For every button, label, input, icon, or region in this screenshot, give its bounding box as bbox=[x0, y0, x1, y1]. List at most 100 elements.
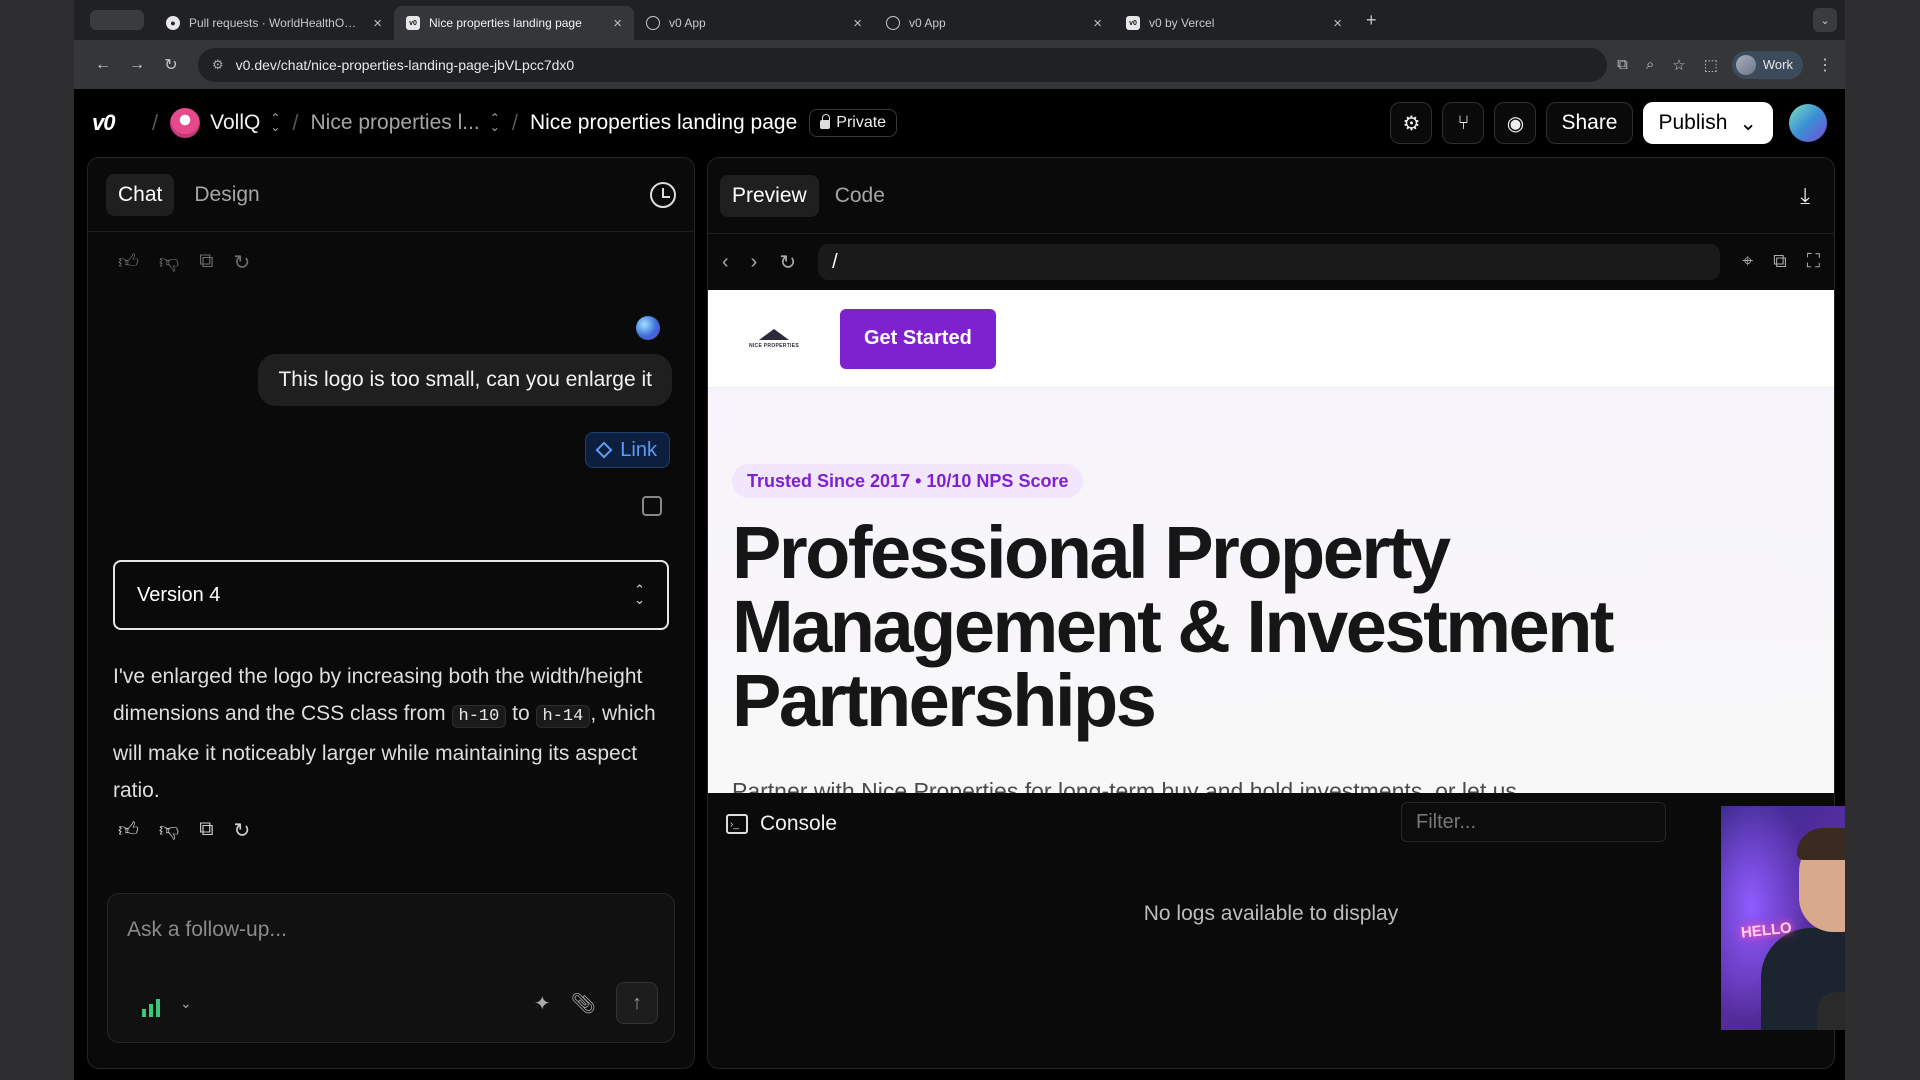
breadcrumb-separator: / bbox=[511, 110, 518, 135]
chevron-down-icon: ⌄ bbox=[1739, 111, 1757, 135]
breadcrumb-separator: / bbox=[292, 110, 299, 135]
install-app-icon[interactable]: ⧉ bbox=[1617, 56, 1628, 74]
forward-arrow-icon[interactable]: › bbox=[751, 251, 758, 274]
link-chip[interactable]: Link bbox=[585, 432, 670, 468]
tab-search-chevron-icon[interactable]: ⌄ bbox=[1813, 8, 1837, 32]
share-button[interactable]: Share bbox=[1546, 102, 1633, 144]
composer-placeholder: Ask a follow-up... bbox=[127, 918, 287, 941]
tab-title: v0 App bbox=[669, 16, 706, 30]
tab-code[interactable]: Code bbox=[823, 175, 897, 217]
git-fork-icon[interactable]: ⑂ bbox=[1442, 102, 1485, 144]
github-icon[interactable]: ◉ bbox=[1494, 102, 1537, 144]
regenerate-icon[interactable]: ↻ bbox=[234, 250, 251, 275]
url-text: v0.dev/chat/nice-properties-landing-page… bbox=[235, 56, 575, 73]
inline-code: h-10 bbox=[451, 705, 507, 728]
zoom-icon[interactable]: ⌕ bbox=[1646, 56, 1654, 74]
webcam-overlay: HELLO bbox=[1721, 806, 1845, 1030]
visibility-badge[interactable]: Private bbox=[809, 109, 898, 137]
tab-title: Pull requests · WorldHealthO… bbox=[189, 16, 357, 30]
project-name: Nice properties l... bbox=[310, 111, 480, 134]
close-icon[interactable]: × bbox=[373, 15, 382, 32]
copy-icon[interactable]: ⧉ bbox=[199, 818, 213, 843]
header-actions: ⚙ ⑂ ◉ Share Publish ⌄ bbox=[1390, 102, 1827, 144]
forward-arrow-icon[interactable]: → bbox=[120, 56, 154, 74]
history-icon[interactable] bbox=[650, 181, 676, 208]
console-filter-input[interactable]: Filter... bbox=[1401, 802, 1666, 842]
tab-preview[interactable]: Preview bbox=[720, 174, 819, 217]
site-preview: NICE PROPERTIES Get Started Trusted Sinc… bbox=[708, 290, 1834, 793]
avatar bbox=[1735, 54, 1756, 75]
browser-tab[interactable]: v0 App × bbox=[634, 6, 874, 40]
browser-tab-active[interactable]: v0 Nice properties landing page × bbox=[394, 6, 634, 40]
site-logo[interactable]: NICE PROPERTIES bbox=[744, 319, 804, 359]
browser-tab-strip: ● Pull requests · WorldHealthO… × v0 Nic… bbox=[74, 0, 1845, 40]
browser-tab[interactable]: v0 App × bbox=[874, 6, 1114, 40]
link-label: Link bbox=[620, 438, 657, 461]
assistant-message: I've enlarged the logo by increasing bot… bbox=[113, 658, 673, 809]
tab-title: v0 App bbox=[909, 16, 946, 30]
thumbs-down-icon[interactable]: 👎︎ bbox=[159, 818, 179, 843]
lock-icon bbox=[820, 114, 831, 129]
project-switcher[interactable]: Nice properties l... ⌃ ⌄ bbox=[311, 111, 500, 135]
get-started-button[interactable]: Get Started bbox=[840, 308, 996, 369]
terminal-icon: ›_ bbox=[726, 814, 748, 834]
tab-design[interactable]: Design bbox=[182, 174, 271, 216]
thumbs-up-icon[interactable]: 👍︎ bbox=[118, 818, 139, 843]
preview-tabs: Preview Code ⤓ bbox=[708, 158, 1834, 234]
chat-title[interactable]: Nice properties landing page bbox=[530, 111, 797, 135]
v0-logo[interactable]: v0 bbox=[92, 110, 140, 136]
download-icon[interactable]: ⤓ bbox=[1800, 183, 1810, 209]
tab-group-pill[interactable] bbox=[90, 10, 144, 30]
browser-tab[interactable]: ● Pull requests · WorldHealthO… × bbox=[154, 6, 394, 40]
reload-icon[interactable]: ↻ bbox=[779, 250, 796, 275]
address-bar: ← → ↻ ⚙ v0.dev/chat/nice-properties-land… bbox=[74, 40, 1845, 89]
chevron-down-icon[interactable]: ⌄ bbox=[180, 995, 192, 1012]
paperclip-icon[interactable]: 📎︎ bbox=[571, 991, 596, 1016]
chat-composer[interactable]: Ask a follow-up... ⌄ ✦ 📎︎ ↑ bbox=[107, 893, 675, 1043]
github-icon: ● bbox=[166, 16, 180, 30]
user-avatar[interactable] bbox=[1789, 104, 1827, 142]
screen-frame: ● Pull requests · WorldHealthO… × v0 Nic… bbox=[74, 0, 1845, 1080]
copy-icon[interactable] bbox=[642, 496, 662, 516]
back-arrow-icon[interactable]: ‹ bbox=[722, 251, 729, 274]
breadcrumb-separator: / bbox=[152, 110, 159, 135]
close-icon[interactable]: × bbox=[1333, 15, 1342, 32]
preview-path-input[interactable]: / bbox=[818, 244, 1721, 280]
new-tab-icon[interactable]: + bbox=[1366, 10, 1377, 31]
copy-icon[interactable]: ⧉ bbox=[199, 250, 213, 275]
chat-tabs: Chat Design bbox=[88, 158, 694, 232]
back-arrow-icon[interactable]: ← bbox=[86, 56, 120, 74]
version-select[interactable]: Version 4 ⌃ ⌄ bbox=[113, 560, 669, 630]
browser-tab[interactable]: v0 v0 by Vercel × bbox=[1114, 6, 1354, 40]
extensions-icon[interactable]: ⬚ bbox=[1704, 56, 1718, 74]
team-switcher[interactable]: VollQ ⌃ ⌄ bbox=[210, 111, 280, 135]
publish-button[interactable]: Publish ⌄ bbox=[1642, 102, 1773, 144]
close-icon[interactable]: × bbox=[1093, 15, 1102, 32]
select-element-icon[interactable]: ⌖ bbox=[1742, 251, 1753, 273]
model-signal-icon[interactable] bbox=[142, 999, 160, 1017]
close-icon[interactable]: × bbox=[613, 15, 622, 32]
settings-gear-icon[interactable]: ⚙ bbox=[1390, 102, 1433, 144]
regenerate-icon[interactable]: ↻ bbox=[234, 818, 251, 843]
sparkle-icon[interactable]: ✦ bbox=[534, 991, 551, 1016]
trust-badge: Trusted Since 2017 • 10/10 NPS Score bbox=[732, 464, 1084, 498]
fullscreen-icon[interactable]: ⛶ bbox=[1807, 251, 1820, 273]
tab-chat[interactable]: Chat bbox=[106, 173, 175, 216]
v0-icon: v0 bbox=[1126, 16, 1140, 30]
site-settings-icon[interactable]: ⚙ bbox=[212, 57, 224, 73]
close-icon[interactable]: × bbox=[853, 15, 862, 32]
more-menu-icon[interactable]: ⋮ bbox=[1817, 55, 1833, 75]
thumbs-down-icon[interactable]: 👎︎ bbox=[159, 250, 179, 275]
url-omnibox[interactable]: ⚙ v0.dev/chat/nice-properties-landing-pa… bbox=[198, 47, 1608, 82]
v0-icon: v0 bbox=[406, 16, 420, 30]
profile-chip[interactable]: Work bbox=[1731, 50, 1803, 79]
open-new-window-icon[interactable]: ⧉ bbox=[1773, 251, 1787, 273]
profile-label: Work bbox=[1762, 57, 1793, 72]
hero-section: Trusted Since 2017 • 10/10 NPS Score Pro… bbox=[708, 388, 1834, 793]
thumbs-up-icon[interactable]: 👍︎ bbox=[118, 250, 139, 275]
send-button[interactable]: ↑ bbox=[616, 982, 658, 1024]
reload-icon[interactable]: ↻ bbox=[154, 55, 188, 75]
bookmark-star-icon[interactable]: ☆ bbox=[1672, 56, 1685, 74]
version-label: Version 4 bbox=[137, 583, 221, 606]
preview-path: / bbox=[832, 250, 838, 273]
